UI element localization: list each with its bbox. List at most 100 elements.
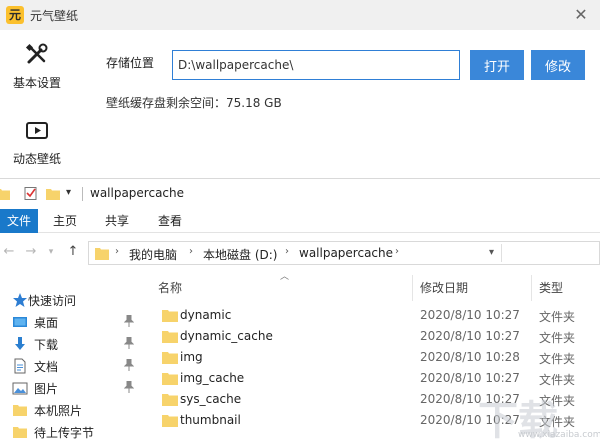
pin-icon[interactable] [124,315,134,327]
sidebar-label: 桌面 [34,316,59,330]
address-divider [501,244,502,262]
sidebar-item-documents[interactable]: 文档 [0,355,142,377]
file-name: img [180,350,203,364]
sort-up-icon: ︿ [280,272,290,282]
storage-path-input[interactable] [172,50,460,80]
file-row[interactable]: dynamic 2020/8/10 10:27 文件夹 [150,305,600,326]
app-title: 元气壁纸 [30,9,79,23]
column-header-date[interactable]: 修改日期 [420,275,468,301]
picture-icon [12,382,28,395]
explorer-title: wallpapercache [90,186,185,200]
file-type: 文件夹 [539,310,576,324]
app-titlebar: 元 元气壁纸 ✕ [0,0,600,30]
file-name: sys_cache [180,392,242,406]
file-row[interactable]: img_cache 2020/8/10 10:27 文件夹 [150,368,600,389]
file-name: img_cache [180,371,245,385]
nav-label: 动态壁纸 [12,152,61,166]
sidebar-label: 本机照片 [34,404,83,418]
folder-icon [95,248,109,260]
sidebar-label: 下载 [34,338,59,352]
back-arrow-icon[interactable]: ← [0,243,18,261]
folder-icon [162,415,178,427]
address-dropdown-icon[interactable]: ▾ [489,247,494,258]
column-header-type[interactable]: 类型 [539,275,563,301]
video-play-icon [26,122,48,139]
folder-icon [13,405,27,416]
new-folder-icon[interactable] [46,187,60,200]
screen: 元 元气壁纸 ✕ 基本设置 动态壁纸 存储位置 打开 修改 壁纸缓存盘剩余空间：… [0,0,600,444]
sidebar-label: 快速访问 [28,294,77,308]
wallpaper-app-window: 元 元气壁纸 ✕ 基本设置 动态壁纸 存储位置 打开 修改 壁纸缓存盘剩余空间：… [0,0,600,178]
file-date: 2020/8/10 10:27 [420,371,520,385]
sidebar-item-downloads[interactable]: 下载 [0,333,142,355]
sidebar-label: 文档 [34,360,59,374]
chevron-right-icon[interactable]: › [395,246,399,257]
column-divider[interactable] [531,275,532,301]
folder-icon [162,352,178,364]
file-row[interactable]: dynamic_cache 2020/8/10 10:27 文件夹 [150,326,600,347]
sidebar-item-quick-access[interactable]: 快速访问 [0,289,142,311]
sidebar-item-pending-upload[interactable]: 待上传字节 [0,421,142,443]
document-icon [14,358,26,374]
storage-location-label: 存储位置 [106,56,155,70]
file-type: 文件夹 [539,352,576,366]
sidebar-item-local-photos[interactable]: 本机照片 [0,399,142,421]
file-date: 2020/8/10 10:27 [420,329,520,343]
watermark-url: www.xiazaiba.com [518,430,600,440]
forward-arrow-icon[interactable]: → [22,243,40,261]
pin-icon[interactable] [124,337,134,349]
column-divider[interactable] [412,275,413,301]
tab-view[interactable]: 查看 [154,209,186,233]
properties-check-icon[interactable] [24,187,38,200]
sidebar-label: 图片 [34,382,59,396]
up-arrow-icon[interactable]: ↑ [64,243,82,261]
breadcrumb-local-disk[interactable]: 本地磁盘 (D:) [203,246,277,263]
tab-file[interactable]: 文件 [0,209,38,233]
folder-icon [162,373,178,385]
chevron-right-icon[interactable]: › [285,246,289,257]
recent-dropdown-icon[interactable]: ▾ [42,243,60,261]
breadcrumb-my-computer[interactable]: 我的电脑 [129,246,177,263]
open-button[interactable]: 打开 [470,50,524,80]
file-name: dynamic_cache [180,329,273,343]
sidebar-item-desktop[interactable]: 桌面 [0,311,142,333]
file-row[interactable]: img 2020/8/10 10:28 文件夹 [150,347,600,368]
sidebar-item-pictures[interactable]: 图片 [0,377,142,399]
quick-access-dropdown-icon[interactable]: ▾ [66,187,71,198]
tools-icon [25,43,48,64]
file-name: dynamic [180,308,232,322]
nav-item-basic-settings[interactable]: 基本设置 [0,36,74,100]
pin-icon[interactable] [124,381,134,393]
explorer-titlebar: ▾ wallpapercache [0,179,600,209]
nav-item-live-wallpaper[interactable]: 动态壁纸 [0,112,74,176]
address-bar[interactable]: › 我的电脑 › 本地磁盘 (D:) › wallpapercache › ▾ [88,241,600,265]
folder-icon [162,310,178,322]
tab-share[interactable]: 共享 [102,209,132,233]
close-icon[interactable]: ✕ [570,4,592,26]
folder-icon [162,394,178,406]
app-logo-icon: 元 [6,6,24,24]
titlebar-divider [82,187,83,201]
download-arrow-icon [15,337,25,350]
navigation-pane: 快速访问 桌面 下载 文档 图片 本机照片 待上传字节 [0,271,142,444]
file-type: 文件夹 [539,373,576,387]
file-date: 2020/8/10 10:27 [420,308,520,322]
breadcrumb-wallpapercache[interactable]: wallpapercache [299,246,393,260]
sidebar-label: 待上传字节 [34,426,95,440]
column-header-name[interactable]: 名称 [158,275,182,301]
file-name: thumbnail [180,413,241,427]
edit-button[interactable]: 修改 [531,50,585,80]
pin-icon[interactable] [124,359,134,371]
file-type: 文件夹 [539,331,576,345]
folder-icon [0,189,10,200]
star-icon [13,293,27,307]
chevron-right-icon[interactable]: › [115,246,119,257]
folder-icon [162,331,178,343]
nav-label: 基本设置 [12,76,61,90]
ribbon-tabs: 文件 主页 共享 查看 [0,209,600,233]
chevron-right-icon[interactable]: › [189,246,193,257]
tab-home[interactable]: 主页 [50,209,80,233]
desktop-icon [13,317,27,327]
site-watermark: 下载 www.xiazaiba.com [478,388,600,444]
folder-icon [13,427,27,438]
